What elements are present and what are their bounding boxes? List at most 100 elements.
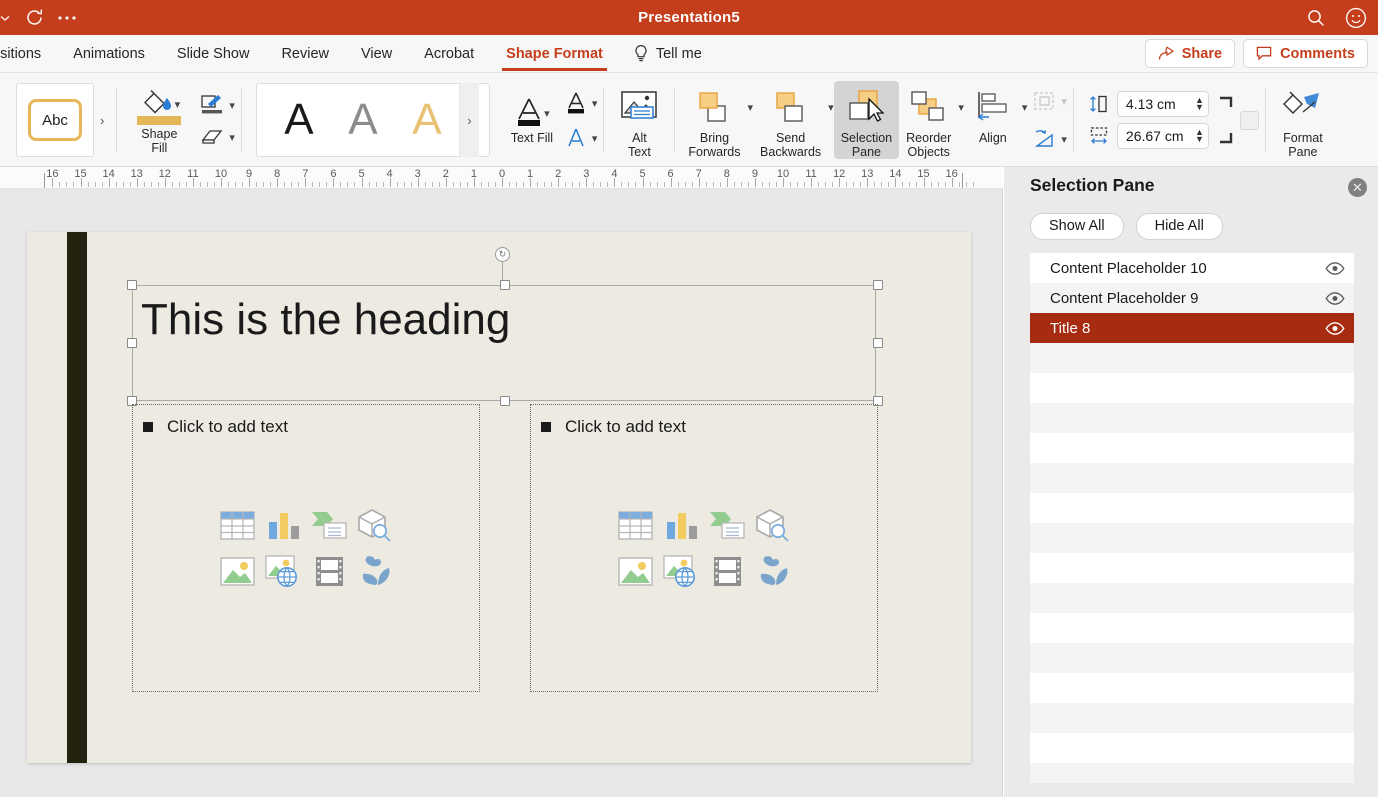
content-placeholder-right[interactable]: Click to add text [530,404,878,692]
online-picture-icon[interactable] [662,554,700,588]
eye-icon[interactable] [1325,321,1345,335]
tab-slide-show[interactable]: Slide Show [161,35,266,73]
tab-shape-format[interactable]: Shape Format [490,35,619,73]
picture-icon[interactable] [219,556,256,587]
icons-icon[interactable] [356,554,394,588]
tab-animations[interactable]: Animations [57,35,161,73]
wordart-more-button[interactable]: › [458,83,479,157]
align-button[interactable]: Align [964,81,1022,159]
online-picture-icon[interactable] [264,554,302,588]
ruler-minor-tick [775,182,777,187]
tab-view[interactable]: View [345,35,408,73]
rotate-button[interactable]: ▾ [1031,128,1067,150]
shape-fill-button[interactable]: ▾ Shape Fill [123,86,195,155]
video-icon[interactable] [314,555,345,588]
table-icon[interactable] [617,509,654,542]
ruler-minor-tick [972,182,974,187]
table-icon[interactable] [219,509,256,542]
wordart-sample-3[interactable]: A [395,91,459,149]
format-pane-button[interactable]: Format Pane [1272,81,1334,159]
slide-canvas[interactable]: This is the heading ↻ Click to add text [0,189,1003,797]
tab-acrobat[interactable]: Acrobat [408,35,490,73]
bring-forwards-button[interactable]: Bring Forwards [681,81,747,159]
selection-pane-item[interactable]: Content Placeholder 9 [1030,283,1354,313]
size-dialog-launcher[interactable] [1239,110,1259,130]
3d-model-icon[interactable] [356,508,394,543]
icons-icon[interactable] [754,554,792,588]
text-outline-dropdown-icon[interactable]: ▾ [592,97,598,110]
wordart-gallery[interactable]: A A A › [255,83,490,157]
resize-handle-bottom-center[interactable] [500,396,510,406]
ruler-minor-tick [937,182,939,187]
ruler-margin-marker[interactable] [44,173,46,188]
shape-outline-button[interactable]: ▾ [199,93,235,117]
comments-button[interactable]: Comments [1243,39,1368,68]
text-effects-button[interactable]: ▾ [564,126,598,150]
account-smiley-icon[interactable] [1344,6,1368,30]
alt-text-button[interactable]: Alt Text [610,81,668,159]
text-fill-dropdown-icon[interactable]: ▾ [544,107,550,120]
reorder-objects-button[interactable]: Reorder Objects [899,81,958,159]
shape-effects-dropdown-icon[interactable]: ▾ [229,131,235,144]
tell-me-button[interactable]: Tell me [633,44,702,63]
video-icon[interactable] [712,555,743,588]
shape-width-stepper[interactable]: ▲ ▼ [1195,128,1204,144]
ruler-minor-tick [424,182,426,187]
shape-styles-more-button[interactable]: › [94,113,110,128]
ruler-margin-marker[interactable] [961,173,963,188]
resize-handle-middle-left[interactable] [127,338,137,348]
rotation-handle[interactable]: ↻ [495,247,510,262]
send-backwards-button[interactable]: Send Backwards [753,81,828,159]
rotate-dropdown-icon[interactable]: ▾ [1061,133,1067,146]
selection-pane-item[interactable]: Content Placeholder 10 [1030,253,1354,283]
horizontal-ruler[interactable]: 16 15 14 13 12 11 10 9 8 7 6 5 4 3 2 1 0 1 2 3 4 5 6 7 8 9 10 11 12 1… [0,167,1003,189]
shape-effects-button[interactable]: ▾ [199,127,235,147]
ruler-minor-tick [242,182,244,187]
tab-review[interactable]: Review [265,35,345,73]
title-placeholder[interactable]: This is the heading ↻ [127,247,883,406]
text-fill-button[interactable]: ▾ Text Fill [502,95,562,145]
hide-all-button[interactable]: Hide All [1135,213,1223,240]
tab-transitions[interactable]: nsitions [0,35,57,73]
content-placeholder-right-prompt[interactable]: Click to add text [541,417,686,437]
share-icon [1158,46,1175,61]
close-icon[interactable]: ✕ [1348,178,1367,197]
shape-fill-dropdown-icon[interactable]: ▾ [175,98,181,111]
selection-pane-button[interactable]: Selection Pane [833,81,900,159]
shape-style-gallery[interactable]: Abc [16,83,94,157]
chart-icon[interactable] [663,509,700,542]
picture-icon[interactable] [617,556,654,587]
resize-handle-top-center[interactable] [500,280,510,290]
smartart-icon[interactable] [310,509,348,542]
shape-height-input[interactable]: 4.13 cm ▲ ▼ [1116,91,1209,117]
ruler-minor-tick [178,182,180,187]
shape-outline-dropdown-icon[interactable]: ▾ [229,99,235,112]
selection-pane-list[interactable]: Content Placeholder 10 Content Placeholde… [1030,253,1354,783]
3d-model-icon[interactable] [754,508,792,543]
slide[interactable]: This is the heading ↻ Click to add text [27,232,971,763]
ruler-minor-tick [797,182,799,187]
selection-pane-item[interactable]: Title 8 [1030,313,1354,343]
send-backwards-dropdown-icon[interactable]: ▾ [828,101,834,114]
wordart-sample-2[interactable]: A [331,91,395,149]
content-placeholder-left-prompt[interactable]: Click to add text [143,417,288,437]
ruler-label-right-5: 5 [639,168,646,180]
title-text[interactable]: This is the heading [141,295,510,344]
share-button[interactable]: Share [1144,39,1236,68]
smartart-icon[interactable] [708,509,746,542]
eye-icon[interactable] [1325,291,1345,305]
shape-height-stepper[interactable]: ▲ ▼ [1195,96,1204,112]
wordart-sample-1[interactable]: A [267,91,331,149]
chart-icon[interactable] [265,509,302,542]
resize-handle-top-right[interactable] [873,280,883,290]
eye-icon[interactable] [1325,261,1345,275]
text-effects-dropdown-icon[interactable]: ▾ [592,132,598,145]
resize-handle-top-left[interactable] [127,280,137,290]
shape-width-input[interactable]: 26.67 cm ▲ ▼ [1116,123,1209,149]
show-all-button[interactable]: Show All [1030,213,1124,240]
resize-handle-middle-right[interactable] [873,338,883,348]
search-icon[interactable] [1306,8,1326,28]
bullet-square-icon [541,422,551,432]
content-placeholder-left[interactable]: Click to add text [132,404,480,692]
text-outline-button[interactable]: ▾ [564,90,598,116]
